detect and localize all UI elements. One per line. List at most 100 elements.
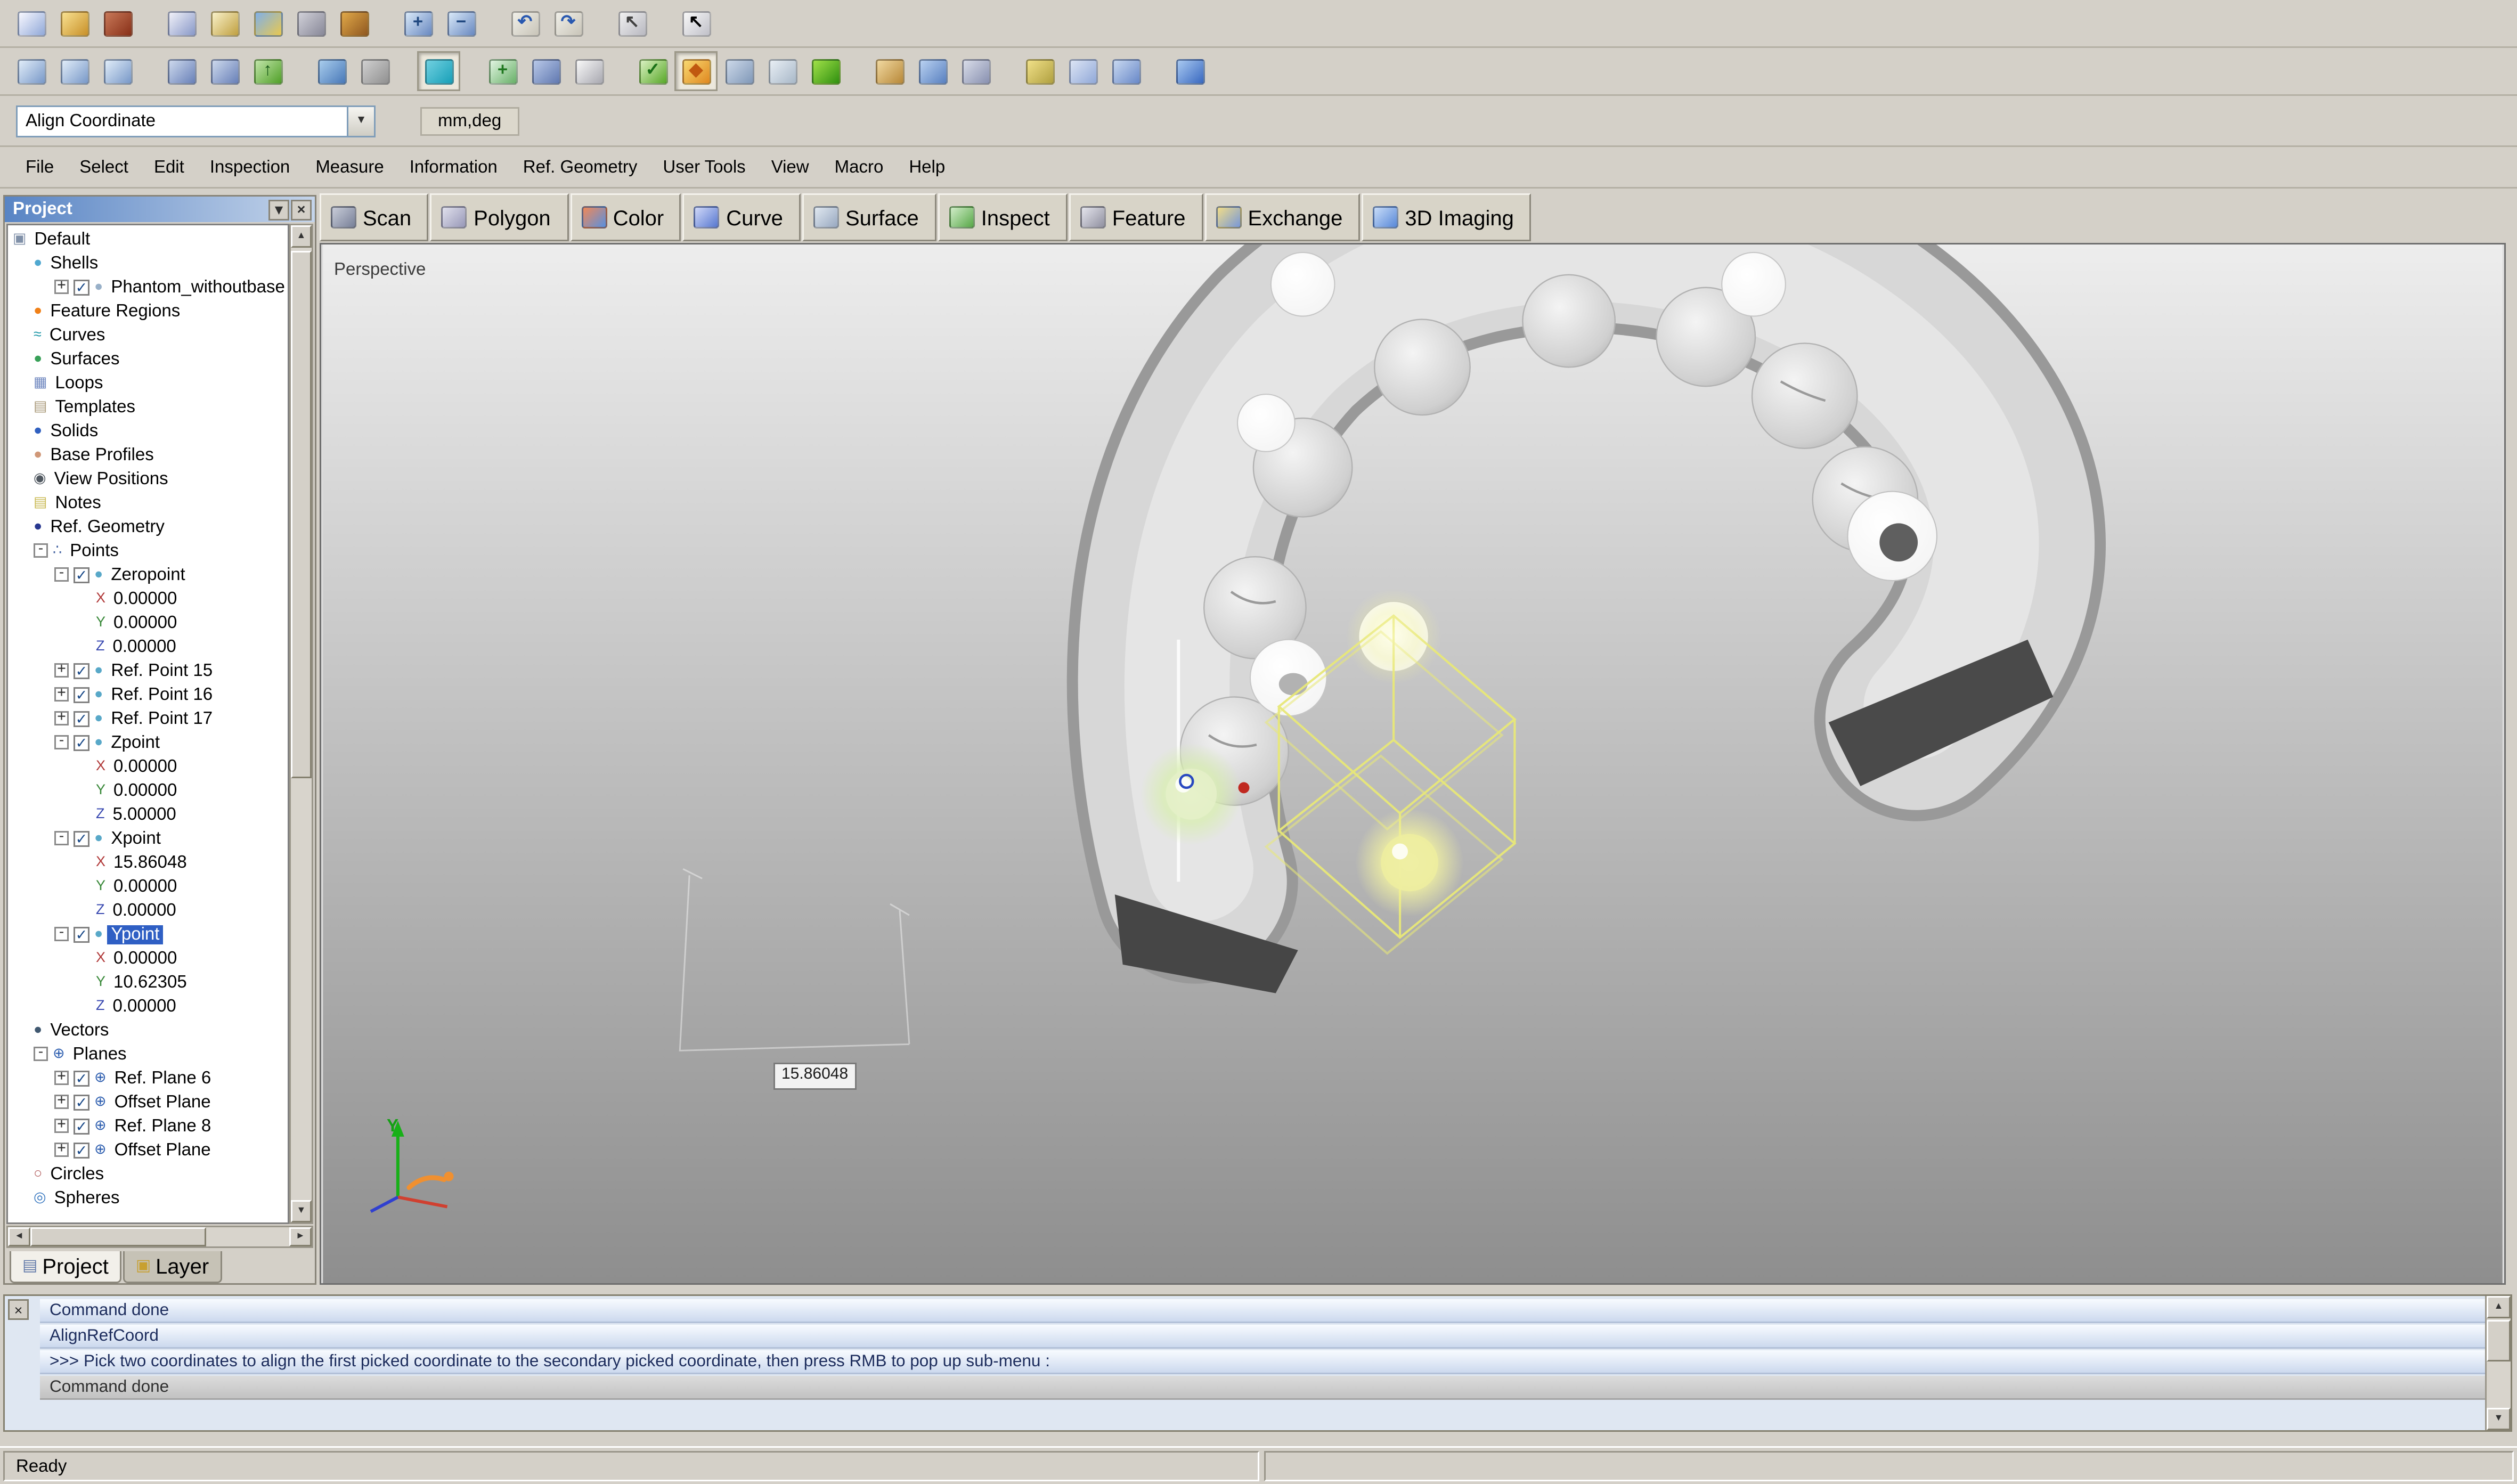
tree-item-default[interactable]: ▣ Default bbox=[8, 227, 288, 251]
tree-item-notes[interactable]: ▤ Notes bbox=[8, 491, 288, 515]
chevron-down-icon[interactable]: ▼ bbox=[347, 107, 374, 135]
globe-view-icon[interactable] bbox=[310, 51, 353, 91]
tree-item-base-profiles[interactable]: ● Base Profiles bbox=[8, 443, 288, 467]
tree-item-ref-point-17[interactable]: + ✓ ● Ref. Point 17 bbox=[8, 706, 288, 730]
tab-feature[interactable]: Feature bbox=[1069, 193, 1203, 241]
project-tab[interactable]: ▤ Project bbox=[10, 1251, 121, 1283]
tree-item-ref-plane-8[interactable]: + ✓ ⊕ Ref. Plane 8 bbox=[8, 1114, 288, 1138]
tree-coordinate-y[interactable]: Y 0.00000 bbox=[8, 778, 288, 802]
tree-checkbox[interactable]: ✓ bbox=[74, 711, 89, 727]
menu-information[interactable]: Information bbox=[397, 151, 510, 183]
cloud-data-icon[interactable] bbox=[1061, 51, 1104, 91]
tree-item-points[interactable]: - ∴ Points bbox=[8, 539, 288, 562]
scrollbar-thumb[interactable] bbox=[291, 251, 312, 778]
region-mode-icon[interactable]: + bbox=[481, 51, 524, 91]
tree-checkbox[interactable]: ✓ bbox=[74, 1142, 89, 1158]
tree-item-ref-point-15[interactable]: + ✓ ● Ref. Point 15 bbox=[8, 658, 288, 682]
level-gauge-icon[interactable] bbox=[1168, 51, 1211, 91]
current-tool-icon[interactable]: ◆ bbox=[674, 51, 718, 91]
capture-image-icon[interactable] bbox=[246, 3, 289, 43]
tree-coordinate-x[interactable]: X 0.00000 bbox=[8, 586, 288, 610]
new-file-icon[interactable] bbox=[10, 3, 53, 43]
layer-tab[interactable]: ▣ Layer bbox=[123, 1251, 222, 1283]
panel-menu-icon[interactable]: ▾ bbox=[268, 199, 289, 220]
tree-item-zeropoint[interactable]: - ✓ ● Zeropoint bbox=[8, 562, 288, 586]
menu-view[interactable]: View bbox=[759, 151, 822, 183]
tree-expander-icon[interactable]: + bbox=[54, 1119, 69, 1133]
tab-scan[interactable]: Scan bbox=[320, 193, 429, 241]
zoom-tool-icon[interactable] bbox=[10, 51, 53, 91]
tree-item-phantom-withoutbase[interactable]: + ✓ ● Phantom_withoutbase bbox=[8, 275, 288, 299]
tree-item-spheres[interactable]: ◎ Spheres bbox=[8, 1186, 288, 1210]
tree-item-surfaces[interactable]: ● Surfaces bbox=[8, 347, 288, 371]
tree-item-shells[interactable]: ● Shells bbox=[8, 251, 288, 275]
menu-measure[interactable]: Measure bbox=[303, 151, 396, 183]
tree-coordinate-z[interactable]: Z 5.00000 bbox=[8, 802, 288, 826]
menu-edit[interactable]: Edit bbox=[141, 151, 197, 183]
tree-item-offset-plane-1[interactable]: + ✓ ⊕ Offset Plane bbox=[8, 1090, 288, 1114]
tree-expander-icon[interactable]: - bbox=[34, 543, 48, 558]
redo-icon[interactable]: ↷ bbox=[547, 3, 590, 43]
scroll-left-icon[interactable]: ◄ bbox=[8, 1227, 30, 1246]
tab-color[interactable]: Color bbox=[570, 193, 682, 241]
tree-checkbox[interactable]: ✓ bbox=[74, 1118, 89, 1134]
close-icon[interactable]: × bbox=[291, 199, 312, 220]
tree-expander-icon[interactable]: + bbox=[54, 1143, 69, 1157]
export-part-icon[interactable] bbox=[1018, 51, 1061, 91]
tree-item-ref-geometry[interactable]: ● Ref. Geometry bbox=[8, 515, 288, 539]
probe-box-icon[interactable] bbox=[868, 51, 911, 91]
tree-item-solids[interactable]: ● Solids bbox=[8, 419, 288, 443]
tree-expander-icon[interactable]: + bbox=[54, 687, 69, 702]
tree-checkbox[interactable]: ✓ bbox=[74, 663, 89, 679]
mesh-sphere-icon[interactable] bbox=[954, 51, 997, 91]
tree-expander-icon[interactable]: - bbox=[54, 927, 69, 941]
tree-coordinate-y[interactable]: Y 0.00000 bbox=[8, 874, 288, 898]
tree-item-zpoint[interactable]: - ✓ ● Zpoint bbox=[8, 730, 288, 754]
previous-view-icon[interactable]: ↑ bbox=[246, 51, 289, 91]
system-info-icon[interactable] bbox=[289, 3, 332, 43]
tree-checkbox[interactable]: ✓ bbox=[74, 1070, 89, 1086]
tree-item-circles[interactable]: ○ Circles bbox=[8, 1162, 288, 1186]
tree-coordinate-z[interactable]: Z 0.00000 bbox=[8, 898, 288, 922]
tab-3d-imaging[interactable]: 3D Imaging bbox=[1362, 193, 1532, 241]
menu-help[interactable]: Help bbox=[896, 151, 958, 183]
scroll-down-icon[interactable]: ▼ bbox=[291, 1200, 312, 1222]
scroll-down-icon[interactable]: ▼ bbox=[2487, 1408, 2511, 1430]
tree-checkbox[interactable]: ✓ bbox=[74, 735, 89, 751]
scrollbar-thumb[interactable] bbox=[2487, 1320, 2511, 1361]
tree-expander-icon[interactable]: - bbox=[54, 831, 69, 845]
scroll-up-icon[interactable]: ▲ bbox=[2487, 1296, 2511, 1318]
zoom-fit-icon[interactable] bbox=[96, 51, 139, 91]
scroll-up-icon[interactable]: ▲ bbox=[291, 225, 312, 248]
sphere-pair-icon[interactable] bbox=[718, 51, 761, 91]
viewport-canvas[interactable]: Perspective 15.86048 Y bbox=[320, 243, 2506, 1285]
project-panel-header[interactable]: Project ▾ × bbox=[5, 197, 315, 222]
tree-expander-icon[interactable]: + bbox=[54, 1095, 69, 1109]
open-file-icon[interactable] bbox=[53, 3, 96, 43]
tab-polygon[interactable]: Polygon bbox=[430, 193, 568, 241]
tree-coordinate-x[interactable]: X 15.86048 bbox=[8, 850, 288, 874]
menu-macro[interactable]: Macro bbox=[822, 151, 897, 183]
tree-item-offset-plane-2[interactable]: + ✓ ⊕ Offset Plane bbox=[8, 1138, 288, 1162]
scrollbar-track[interactable] bbox=[2487, 1361, 2511, 1408]
menu-inspection[interactable]: Inspection bbox=[197, 151, 303, 183]
tree-item-curves[interactable]: ≈ Curves bbox=[8, 323, 288, 347]
tree-coordinate-y[interactable]: Y 0.00000 bbox=[8, 610, 288, 634]
tree-item-xpoint[interactable]: - ✓ ● Xpoint bbox=[8, 826, 288, 850]
tree-coordinate-z[interactable]: Z 0.00000 bbox=[8, 634, 288, 658]
tree-checkbox[interactable]: ✓ bbox=[74, 567, 89, 583]
confirm-icon[interactable]: ✓ bbox=[631, 51, 674, 91]
tree-coordinate-y[interactable]: Y 10.62305 bbox=[8, 970, 288, 994]
import-icon[interactable] bbox=[160, 3, 203, 43]
tree-item-ref-point-16[interactable]: + ✓ ● Ref. Point 16 bbox=[8, 682, 288, 706]
undo-icon[interactable]: ↶ bbox=[503, 3, 547, 43]
scroll-right-icon[interactable]: ► bbox=[289, 1227, 312, 1246]
tree-item-loops[interactable]: ▦ Loops bbox=[8, 371, 288, 395]
tree-expander-icon[interactable]: - bbox=[54, 567, 69, 582]
zoom-area-icon[interactable] bbox=[53, 51, 96, 91]
tree-item-vectors[interactable]: ● Vectors bbox=[8, 1018, 288, 1042]
tree-item-ypoint[interactable]: - ✓ ● Ypoint bbox=[8, 922, 288, 946]
tab-curve[interactable]: Curve bbox=[683, 193, 801, 241]
sphere-light-icon[interactable] bbox=[761, 51, 804, 91]
tree-expander-icon[interactable]: - bbox=[54, 735, 69, 749]
